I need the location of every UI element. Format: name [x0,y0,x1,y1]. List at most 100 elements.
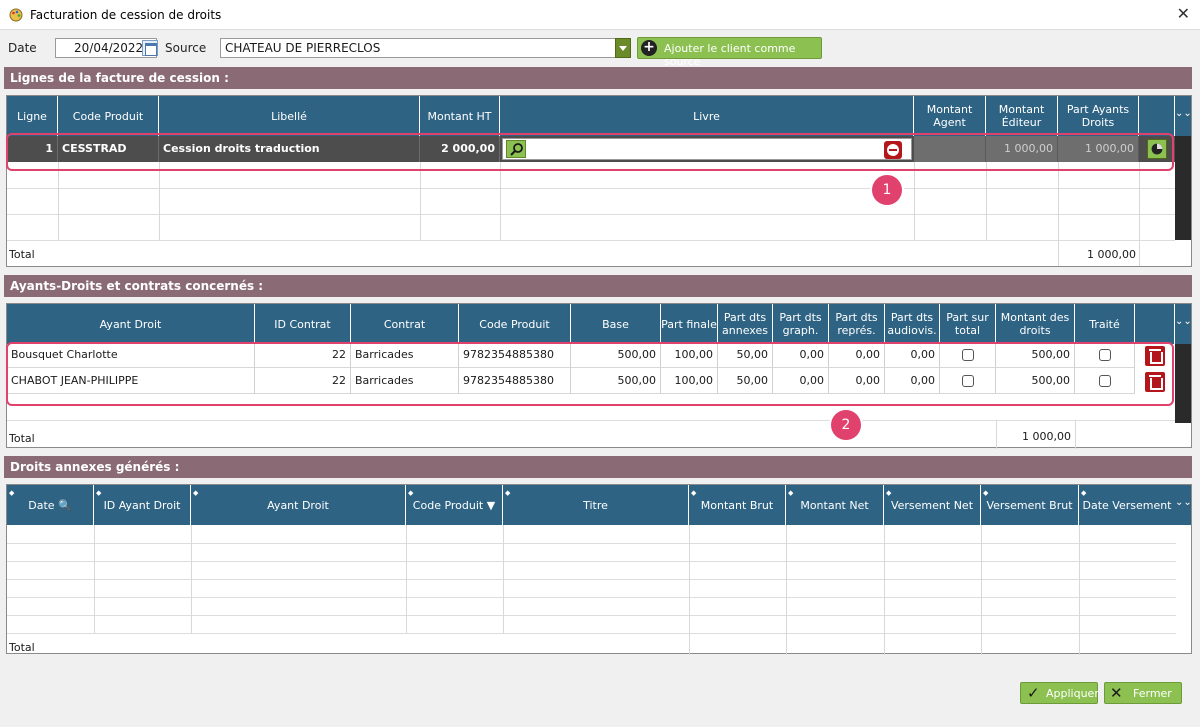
close-button[interactable]: ✕ Fermer [1104,682,1182,704]
col-montant-ht[interactable]: Montant HT [420,96,500,136]
add-source-label: Ajouter le client comme source [664,42,796,68]
window-title: Facturation de cession de droits [30,8,222,22]
apply-label: Appliquer [1046,687,1099,700]
grid-vline [1079,525,1080,655]
col-ayant-droit[interactable]: Ayant Droit [7,304,255,344]
close-icon[interactable]: ✕ [1177,4,1190,23]
scrollbar[interactable] [1175,344,1191,423]
col-code-produit[interactable]: Code Produit [58,96,159,136]
col-livre[interactable]: Livre [500,96,914,136]
source-value: CHATEAU DE PIERRECLOS [225,41,381,55]
grid-vline [94,525,95,633]
col-versement-net[interactable]: ◆ Versement Net [884,485,981,525]
section-lines-title: Lignes de la facture de cession : [4,67,1192,89]
col-id-ayant-label: ID Ayant Droit [103,498,181,512]
rights-total-value: 1 000,00 [1022,430,1071,443]
annex-table: ◆ Date 🔍 ◆ ID Ayant Droit ◆ Ayant Droit ◆ Co… [6,484,1192,655]
col-id-contrat[interactable]: ID Contrat [255,304,351,344]
col-montant-droits[interactable]: Montant des droits [996,304,1075,344]
date-value: 20/04/2022 [74,41,144,55]
col-base[interactable]: Base [571,304,661,344]
col-id-ayant[interactable]: ◆ ID Ayant Droit [94,485,191,525]
col-date-versement-label: Date Versement [1082,498,1172,512]
lines-total-label: Total [9,248,35,261]
col-ayant-droit-3[interactable]: ◆ Ayant Droit [191,485,406,525]
col-versement-brut[interactable]: ◆ Versement Brut [981,485,1079,525]
col-ayant-label: Ayant Droit [267,498,329,512]
add-source-button[interactable]: + Ajouter le client comme source [637,37,822,68]
grid-vline [191,525,192,633]
col-part-annexes[interactable]: Part dts annexes [718,304,773,344]
grid-vline [503,525,504,633]
col-montant-agent[interactable]: Montant Agent [914,96,986,136]
col-code-produit-3[interactable]: ◆ Code Produit ▼ [406,485,503,525]
calendar-icon[interactable] [142,40,158,56]
annotation-badge-2: 2 [831,410,861,440]
grid-line [7,188,1175,189]
grid-vline [1075,420,1076,449]
col-part-total[interactable]: Part sur total [940,304,996,344]
expand-icon[interactable]: ⌄⌄ [1175,304,1192,344]
window-titlebar: Facturation de cession de droits ✕ [0,0,1200,30]
expand-icon[interactable]: ⌄⌄ [1175,485,1192,525]
col-part-finale[interactable]: Part finale [661,304,718,344]
annotation-highlight-1 [6,133,1174,171]
grid-vline [1139,162,1140,266]
grid-vline [981,525,982,655]
col-versement-brut-label: Versement Brut [986,498,1073,512]
col-traite[interactable]: Traité [1075,304,1135,344]
col-contrat[interactable]: Contrat [351,304,459,344]
col-delete [1135,304,1175,344]
date-label: Date [8,41,37,55]
grid-vline [786,525,787,655]
grid-line [7,543,1176,544]
section-annex-title: Droits annexes générés : [4,456,1192,478]
grid-vline [500,162,501,240]
grid-line [7,633,1176,634]
col-montant-editeur[interactable]: Montant Éditeur [986,96,1058,136]
scrollbar[interactable] [1175,136,1191,240]
palette-icon [9,8,23,22]
grid-line [7,597,1176,598]
col-montant-net-label: Montant Net [800,498,869,512]
col-montant-brut-label: Montant Brut [700,498,774,512]
col-ligne[interactable]: Ligne [7,96,58,136]
apply-button[interactable]: ✓ Appliquer [1020,682,1099,704]
source-select[interactable]: CHATEAU DE PIERRECLOS [220,38,616,58]
grid-vline [420,162,421,240]
col-libelle[interactable]: Libellé [159,96,420,136]
grid-line [7,240,1175,241]
col-date[interactable]: ◆ Date 🔍 [7,485,94,525]
close-label: Fermer [1133,687,1172,700]
col-part-audio[interactable]: Part dts audiovis. [885,304,940,344]
col-part-ayants[interactable]: Part Ayants Droits [1058,96,1139,136]
grid-vline [689,525,690,655]
grid-vline [406,525,407,633]
col-montant-net[interactable]: ◆ Montant Net [786,485,884,525]
col-montant-brut[interactable]: ◆ Montant Brut [689,485,786,525]
header-toolbar: Date 20/04/2022 Source CHATEAU DE PIERRE… [0,36,1200,68]
expand-icon[interactable]: ⌄⌄ [1175,96,1192,136]
grid-line [7,579,1176,580]
annotation-badge-1: 1 [872,175,902,205]
annex-total-label: Total [9,641,35,654]
col-part-repres[interactable]: Part dts représ. [829,304,885,344]
col-part-graph[interactable]: Part dts graph. [773,304,829,344]
annotation-highlight-2 [6,342,1174,406]
grid-line [7,420,1175,421]
check-icon: ✓ [1027,684,1040,702]
lines-total-value: 1 000,00 [1087,248,1136,261]
col-code-label: Code Produit [412,498,484,512]
lines-table: Ligne Code Produit Libellé Montant HT Li… [6,95,1192,267]
section-rights-title: Ayants-Droits et contrats concernés : [4,275,1192,297]
close-icon: ✕ [1110,684,1123,702]
plus-icon: + [641,40,657,56]
col-date-versement[interactable]: ◆ Date Versement [1079,485,1176,525]
chevron-down-icon[interactable] [615,38,631,58]
grid-line [7,561,1176,562]
col-titre-label: Titre [583,498,608,512]
grid-vline [914,162,915,240]
col-titre[interactable]: ◆ Titre [503,485,689,525]
col-code-produit-2[interactable]: Code Produit [459,304,571,344]
col-action [1139,96,1175,136]
